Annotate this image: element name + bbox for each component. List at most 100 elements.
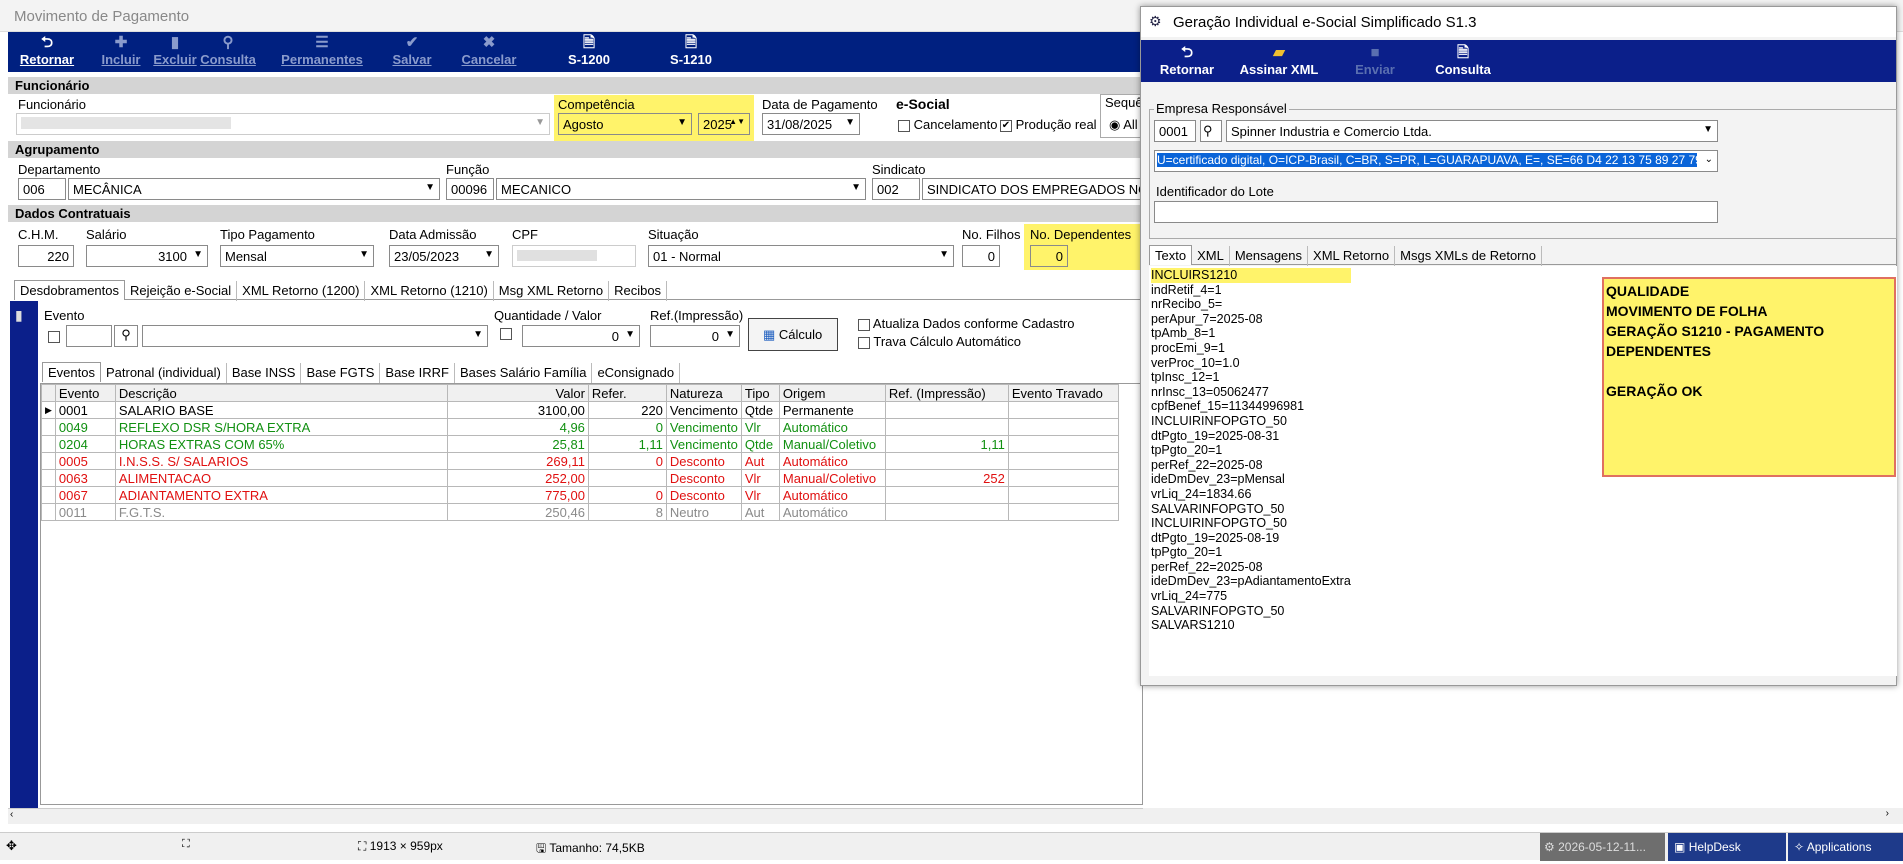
salario-field[interactable]: 3100 ▼ bbox=[86, 245, 208, 267]
cpf-field[interactable] bbox=[512, 245, 636, 267]
s1210-button[interactable]: 🗎 S-1210 bbox=[656, 34, 726, 70]
tab-base-fgts[interactable]: Base FGTS bbox=[301, 363, 381, 383]
departamento-select[interactable]: MECÂNICA ▼ bbox=[68, 178, 440, 200]
dlg-retornar-button[interactable]: ⮌ Retornar bbox=[1147, 44, 1227, 80]
tab-xml-retorno-1210[interactable]: XML Retorno (1210) bbox=[365, 281, 494, 301]
col-refer[interactable]: Refer. bbox=[587, 384, 667, 402]
table-row[interactable]: 0005 I.N.S.S. S/ SALARIOS 269,11 0 Desconto A… bbox=[41, 452, 1119, 470]
competencia-mes-select[interactable]: Agosto ▼ bbox=[558, 113, 692, 135]
chm-field[interactable]: 220 bbox=[18, 245, 74, 267]
tipo-pagamento-select[interactable]: Mensal ▼ bbox=[220, 245, 374, 267]
table-cell: 3100,00 bbox=[446, 401, 589, 419]
atualiza-dados-checkbox[interactable]: Atualiza Dados conforme Cadastro bbox=[858, 316, 1075, 331]
table-cell: 252,00 bbox=[446, 469, 589, 487]
empresa-code-field[interactable]: 0001 bbox=[1154, 120, 1196, 142]
ref-impressao-field[interactable]: 0 ▼ bbox=[650, 325, 740, 347]
taskbar-helpdesk[interactable]: ▣ HelpDesk bbox=[1668, 833, 1786, 861]
tab-desdobramentos[interactable]: Desdobramentos bbox=[14, 280, 125, 300]
tab-msgs-xmls-retorno[interactable]: Msgs XMLs de Retorno bbox=[1395, 246, 1542, 266]
col-origem[interactable]: Origem bbox=[778, 384, 886, 402]
trash-icon[interactable]: ▮ bbox=[15, 307, 23, 324]
empresa-search-button[interactable]: ⚲ bbox=[1200, 120, 1222, 142]
tab-base-inss[interactable]: Base INSS bbox=[227, 363, 302, 383]
tab-bases-salario-familia[interactable]: Bases Salário Família bbox=[455, 363, 593, 383]
table-row[interactable]: 0011 F.G.T.S. 250,46 8 Neutro Aut Automático bbox=[41, 503, 1119, 521]
col-descricao[interactable]: Descrição bbox=[114, 384, 448, 402]
table-row[interactable]: 0204 HORAS EXTRAS COM 65% 25,81 1,11 Vencime… bbox=[41, 435, 1119, 453]
horizontal-scrollbar[interactable]: ‹ bbox=[8, 808, 1143, 824]
cancelar-button[interactable]: ✖ Cancelar bbox=[454, 34, 524, 70]
data-pagamento-field[interactable]: 31/08/2025 ▼ bbox=[762, 113, 860, 135]
table-cell: 0 bbox=[587, 452, 667, 470]
data-admissao-field[interactable]: 23/05/2023 ▼ bbox=[389, 245, 499, 267]
tab-xml-retorno-1200[interactable]: XML Retorno (1200) bbox=[237, 281, 366, 301]
competencia-ano-spinner[interactable]: 2025 ▲▼ bbox=[698, 113, 750, 135]
departamento-code-field[interactable]: 006 bbox=[18, 178, 66, 200]
col-tipo[interactable]: Tipo bbox=[740, 384, 780, 402]
chevron-down-icon: ▼ bbox=[359, 249, 369, 260]
filhos-field[interactable]: 0 bbox=[962, 245, 1000, 267]
situacao-select[interactable]: 01 - Normal ▼ bbox=[648, 245, 954, 267]
funcionario-select[interactable]: ▼ bbox=[16, 113, 550, 135]
col-evento-travado[interactable]: Evento Travado bbox=[1007, 384, 1119, 402]
chevron-down-icon: ▼ bbox=[725, 329, 735, 340]
stop-icon: ■ bbox=[1370, 44, 1380, 61]
seq-radio[interactable]: ◉ All bbox=[1109, 117, 1138, 133]
retornar-button[interactable]: ⮌ Retornar bbox=[12, 34, 82, 70]
chevron-left-icon[interactable]: ‹ bbox=[10, 809, 13, 820]
evento-select[interactable]: ▼ bbox=[142, 325, 488, 347]
tab-mensagens[interactable]: Mensagens bbox=[1230, 246, 1309, 266]
row-indicator bbox=[41, 503, 56, 521]
cancelamento-checkbox[interactable]: Cancelamento bbox=[898, 117, 997, 132]
funcao-select[interactable]: MECANICO ▼ bbox=[496, 178, 866, 200]
consulta-button[interactable]: ⚲ Consulta bbox=[190, 34, 266, 70]
table-row[interactable]: 0067 ADIANTAMENTO EXTRA 775,00 0 Desconto Vlr… bbox=[41, 486, 1119, 504]
table-row[interactable]: 0049 REFLEXO DSR S/HORA EXTRA 4,96 0 Vencime… bbox=[41, 418, 1119, 436]
table-cell: Qtde bbox=[740, 401, 780, 419]
taskbar-clock[interactable]: ⚙ 2026-05-12-11... bbox=[1540, 833, 1665, 861]
col-evento[interactable]: Evento bbox=[54, 384, 116, 402]
table-cell: Aut bbox=[740, 503, 780, 521]
quantidade-field[interactable]: 0 ▼ bbox=[522, 325, 640, 347]
tab-patronal[interactable]: Patronal (individual) bbox=[101, 363, 227, 383]
funcao-code-field[interactable]: 00096 bbox=[446, 178, 494, 200]
tab-rejeicao[interactable]: Rejeição e-Social bbox=[125, 281, 238, 301]
chevron-right-icon[interactable]: › bbox=[1886, 808, 1889, 819]
tab-xml-retorno[interactable]: XML Retorno bbox=[1308, 246, 1396, 266]
sindicato-select[interactable]: SINDICATO DOS EMPREGADOS NO C bbox=[922, 178, 1144, 200]
tab-texto[interactable]: Texto bbox=[1149, 245, 1193, 265]
tab-eventos[interactable]: Eventos bbox=[42, 362, 101, 382]
calculo-button[interactable]: ▦ Cálculo bbox=[748, 318, 838, 351]
quantidade-checkbox[interactable] bbox=[500, 328, 512, 340]
assinar-xml-button[interactable]: ▰ Assinar XML bbox=[1229, 44, 1329, 80]
dlg-consulta-button[interactable]: 🗎 Consulta bbox=[1403, 44, 1523, 80]
enviar-button[interactable]: ■ Enviar bbox=[1337, 44, 1413, 80]
producao-real-checkbox[interactable]: ✔ Produção real bbox=[1000, 117, 1097, 132]
col-ref-impressao[interactable]: Ref. (Impressão) bbox=[884, 384, 1009, 402]
search-button[interactable]: ⚲ bbox=[114, 325, 138, 347]
table-row[interactable]: ▶ 0001 SALARIO BASE 3100,00 220 Vencimento Qtd… bbox=[41, 401, 1119, 419]
tab-base-irrf[interactable]: Base IRRF bbox=[380, 363, 455, 383]
table-cell: Vlr bbox=[740, 418, 780, 436]
s1200-button[interactable]: 🗎 S-1200 bbox=[554, 34, 624, 70]
tab-msg-xml-retorno[interactable]: Msg XML Retorno bbox=[494, 281, 610, 301]
document-icon: 🗎 bbox=[1456, 44, 1470, 61]
dependentes-field[interactable]: 0 bbox=[1030, 245, 1068, 267]
table-row[interactable]: 0063 ALIMENTACAO 252,00 Desconto Vlr Manual/C… bbox=[41, 469, 1119, 487]
certificado-select[interactable]: U=certificado digital, O=ICP-Brasil, C=B… bbox=[1154, 150, 1718, 172]
empresa-select[interactable]: Spinner Industria e Comercio Ltda. ▼ bbox=[1226, 120, 1718, 142]
tab-recibos[interactable]: Recibos bbox=[609, 281, 668, 301]
trava-calculo-checkbox[interactable]: Trava Cálculo Automático bbox=[858, 334, 1021, 349]
tab-xml[interactable]: XML bbox=[1192, 246, 1230, 266]
taskbar-applications[interactable]: ✧ Applications bbox=[1788, 833, 1903, 861]
col-natureza[interactable]: Natureza bbox=[665, 384, 742, 402]
evento-checkbox[interactable] bbox=[48, 331, 60, 343]
salvar-button[interactable]: ✔ Salvar bbox=[382, 34, 442, 70]
permanentes-button[interactable]: ☰ Permanentes bbox=[272, 34, 372, 70]
lote-field[interactable] bbox=[1154, 201, 1718, 223]
sindicato-code-field[interactable]: 002 bbox=[872, 178, 920, 200]
xml-text-area[interactable]: INCLUIRS1210 indRetif_4=1 nrRecibo_5= perAp… bbox=[1149, 266, 1897, 676]
col-valor[interactable]: Valor bbox=[446, 384, 589, 402]
evento-code-field[interactable] bbox=[66, 325, 112, 347]
tab-econsignado[interactable]: eConsignado bbox=[592, 363, 681, 383]
